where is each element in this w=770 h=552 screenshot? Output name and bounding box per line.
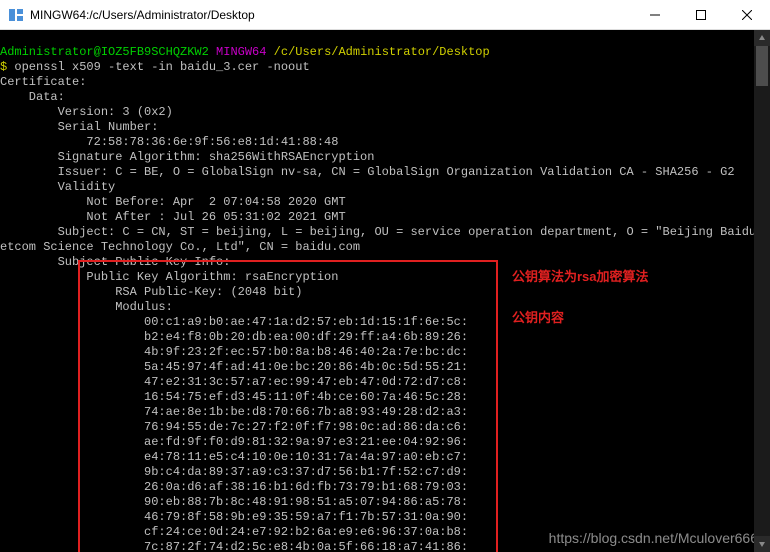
modulus-line: 4b:9f:23:2f:ec:57:b0:8a:b8:46:40:2a:7e:b… <box>0 345 468 359</box>
modulus-line: 47:e2:31:3c:57:a7:ec:99:47:eb:47:0d:72:d… <box>0 375 468 389</box>
annotation-content: 公钥内容 <box>512 310 564 325</box>
modulus-line: e4:78:11:e5:c4:10:0e:10:31:7a:4a:97:a0:e… <box>0 450 468 464</box>
modulus-line: cf:24:ce:0d:24:e7:92:b2:6a:e9:e6:96:37:0… <box>0 525 468 539</box>
output-line: Issuer: C = BE, O = GlobalSign nv-sa, CN… <box>0 165 735 179</box>
output-line: 72:58:78:36:6e:9f:56:e8:1d:41:88:48 <box>0 135 338 149</box>
output-line: Signature Algorithm: sha256WithRSAEncryp… <box>0 150 374 164</box>
output-line: Data: <box>0 90 65 104</box>
modulus-line: 16:54:75:ef:d3:45:11:0f:4b:ce:60:7a:46:5… <box>0 390 468 404</box>
modulus-line: 26:0a:d6:af:38:16:b1:6d:fb:73:79:b1:68:7… <box>0 480 468 494</box>
command-text: openssl x509 -text -in baidu_3.cer -noou… <box>14 60 309 74</box>
modulus-line: 5a:45:97:4f:ad:41:0e:bc:20:86:4b:0c:5d:5… <box>0 360 468 374</box>
modulus-line: 90:eb:88:7b:8c:48:91:98:51:a5:07:94:86:a… <box>0 495 468 509</box>
watermark-text: https://blog.csdn.net/Mculover666 <box>549 531 758 546</box>
window-title: MINGW64:/c/Users/Administrator/Desktop <box>30 8 632 22</box>
scroll-down-button[interactable] <box>754 536 770 552</box>
prompt-path: /c/Users/Administrator/Desktop <box>274 45 490 59</box>
minimize-button[interactable] <box>632 0 678 29</box>
prompt-env: MINGW64 <box>216 45 266 59</box>
prompt-line: Administrator@IOZ5FB9SCHQZKW2 MINGW64 /c… <box>0 45 490 59</box>
modulus-line: 74:ae:8e:1b:be:d8:70:66:7b:a8:93:49:28:d… <box>0 405 468 419</box>
scrollbar-thumb[interactable] <box>756 46 768 86</box>
modulus-line: ae:fd:9f:f0:d9:81:32:9a:97:e3:21:ee:04:9… <box>0 435 468 449</box>
modulus-line: 76:94:55:de:7c:27:f2:0f:f7:98:0c:ad:86:d… <box>0 420 468 434</box>
modulus-line: 46:79:8f:58:9b:e9:35:59:a7:f1:7b:57:31:0… <box>0 510 468 524</box>
close-button[interactable] <box>724 0 770 29</box>
output-line: etcom Science Technology Co., Ltd", CN =… <box>0 240 360 254</box>
output-line: Certificate: <box>0 75 86 89</box>
modulus-line: b2:e4:f8:0b:20:db:ea:00:df:29:ff:a4:6b:8… <box>0 330 468 344</box>
output-line: Not Before: Apr 2 07:04:58 2020 GMT <box>0 195 346 209</box>
window-titlebar: MINGW64:/c/Users/Administrator/Desktop <box>0 0 770 30</box>
output-line: Version: 3 (0x2) <box>0 105 173 119</box>
output-line: Modulus: <box>0 300 173 314</box>
window-controls <box>632 0 770 29</box>
scrollbar-vertical <box>754 30 770 552</box>
output-line: Serial Number: <box>0 120 158 134</box>
output-line: Subject: C = CN, ST = beijing, L = beiji… <box>0 225 770 239</box>
scroll-up-button[interactable] <box>754 30 770 46</box>
maximize-button[interactable] <box>678 0 724 29</box>
output-line: Subject Public Key Info: <box>0 255 230 269</box>
modulus-line: 9b:c4:da:89:37:a9:c3:37:d7:56:b1:7f:52:c… <box>0 465 468 479</box>
output-line: RSA Public-Key: (2048 bit) <box>0 285 302 299</box>
output-line: Public Key Algorithm: rsaEncryption <box>0 270 338 284</box>
app-icon <box>8 7 24 23</box>
output-line: Not After : Jul 26 05:31:02 2021 GMT <box>0 210 346 224</box>
annotation-algorithm: 公钥算法为rsa加密算法 <box>512 269 649 284</box>
output-line: Validity <box>0 180 115 194</box>
command-line: $ openssl x509 -text -in baidu_3.cer -no… <box>0 60 310 74</box>
prompt-user-host: Administrator@IOZ5FB9SCHQZKW2 <box>0 45 209 59</box>
terminal-area[interactable]: Administrator@IOZ5FB9SCHQZKW2 MINGW64 /c… <box>0 30 770 552</box>
modulus-line: 00:c1:a9:b0:ae:47:1a:d2:57:eb:1d:15:1f:6… <box>0 315 468 329</box>
modulus-line: 7c:87:2f:74:d2:5c:e8:4b:0a:5f:66:18:a7:4… <box>0 540 468 552</box>
